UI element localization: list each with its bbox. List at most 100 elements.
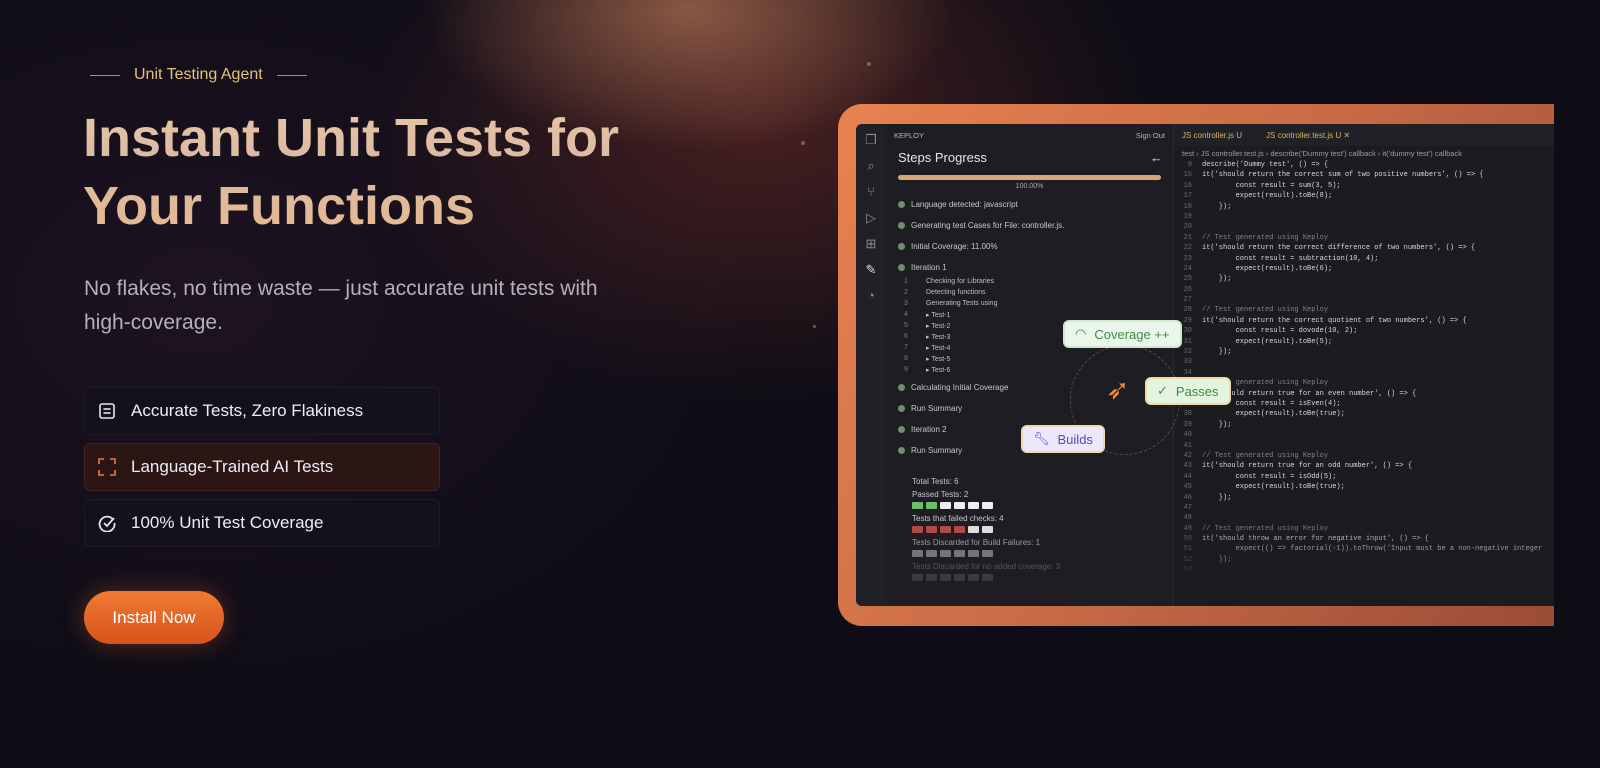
check-dot-icon: [898, 384, 905, 391]
code-fade: [1174, 516, 1554, 606]
substep-number: 2: [904, 289, 908, 296]
code-line: 43 it('should return true for an odd numb…: [1174, 461, 1554, 471]
step-item[interactable]: Initial Coverage: 11.00%: [886, 236, 1173, 257]
substep-label: ▸ Test-5: [926, 356, 951, 363]
step-item[interactable]: Generating test Cases for File: controll…: [886, 215, 1173, 236]
code-line: 36it('should return true for an even num…: [1174, 389, 1554, 399]
line-number: 22: [1183, 244, 1192, 253]
feature-item-coverage[interactable]: 100% Unit Test Coverage: [84, 499, 440, 547]
line-text: expect(result).toBe(true);: [1202, 410, 1345, 419]
line-number: 32: [1183, 348, 1192, 357]
step-label: Run Summary: [911, 404, 963, 413]
line-text: it('should return the correct quotient o…: [1202, 316, 1467, 325]
line-number: 43: [1183, 462, 1192, 471]
check-dot-icon: [898, 426, 905, 433]
passed-squares: [912, 502, 1173, 509]
substep-label: ▸ Test-1: [926, 312, 951, 319]
steps-progress-title: Steps Progress: [898, 150, 987, 165]
step-item[interactable]: Iteration 1: [886, 257, 1173, 278]
code-line: 34: [1174, 368, 1554, 378]
code-line: 25 });: [1174, 274, 1554, 284]
sign-out-link[interactable]: Sign Out: [1136, 131, 1165, 140]
hero-title: Instant Unit Tests for Your Functions: [83, 104, 663, 240]
step-label: Language detected: javascript: [911, 200, 1018, 209]
tab-controller-js[interactable]: JS controller.js U: [1182, 131, 1242, 140]
line-number: 40: [1183, 431, 1192, 440]
line-text: const result = isOdd(5);: [1202, 472, 1337, 481]
extensions-icon[interactable]: ⊞: [863, 236, 879, 252]
line-number: 18: [1183, 202, 1192, 211]
substep-label: ▸ Test-4: [926, 345, 951, 352]
substep-item[interactable]: 3 Generating Tests using: [886, 300, 1173, 311]
code-editor[interactable]: JS controller.js U JS controller.test.js…: [1174, 124, 1554, 606]
source-control-icon[interactable]: ⑂: [863, 184, 879, 200]
substep-item[interactable]: 2 Detecting functions: [886, 289, 1173, 300]
code-line: 38 expect(result).toBe(true);: [1174, 409, 1554, 419]
code-line: 30 const result = dovode(10, 2);: [1174, 326, 1554, 336]
feature-item-accurate-tests[interactable]: Accurate Tests, Zero Flakiness: [84, 387, 440, 435]
line-text: const result = subtraction(10, 4);: [1202, 254, 1379, 263]
keploy-icon[interactable]: ✎: [863, 262, 879, 278]
eyebrow-line-left: [90, 74, 120, 76]
eyebrow: Unit Testing Agent: [90, 66, 307, 84]
line-number: 25: [1183, 275, 1192, 284]
code-line: 23 const result = subtraction(10, 4);: [1174, 254, 1554, 264]
code-line: 31 expect(result).toBe(5);: [1174, 337, 1554, 347]
line-number: 44: [1183, 472, 1192, 481]
line-number: 45: [1183, 483, 1192, 492]
line-text: });: [1202, 348, 1232, 357]
feature-label: Language-Trained AI Tests: [131, 457, 334, 476]
line-number: 24: [1183, 264, 1192, 273]
check-dot-icon: [898, 405, 905, 412]
step-label: Run Summary: [911, 446, 963, 455]
line-text: expect(result).toBe(8);: [1202, 192, 1333, 201]
substep-number: 6: [904, 333, 908, 340]
code-line: 19: [1174, 212, 1554, 222]
substep-label: ▸ Test-6: [926, 367, 951, 374]
line-number: 42: [1183, 451, 1192, 460]
run-debug-icon[interactable]: ▷: [863, 210, 879, 226]
passes-badge: ✓ Passes: [1145, 377, 1231, 405]
line-number: 33: [1183, 358, 1192, 367]
document-icon: [97, 401, 117, 421]
install-now-button[interactable]: Install Now: [84, 591, 224, 644]
step-item[interactable]: Language detected: javascript: [886, 194, 1173, 215]
line-text: const result = sum(3, 5);: [1202, 181, 1341, 190]
line-number: 23: [1183, 254, 1192, 263]
substep-item[interactable]: 1 Checking for Libraries: [886, 278, 1173, 289]
line-number: 41: [1183, 441, 1192, 450]
substep-label: Generating Tests using: [926, 300, 998, 307]
code-line: 39 });: [1174, 420, 1554, 430]
back-arrow-icon[interactable]: ←: [1150, 150, 1163, 165]
files-icon[interactable]: ❐: [863, 132, 879, 148]
check-dot-icon: [898, 243, 905, 250]
code-line: 18 });: [1174, 202, 1554, 212]
substep-label: Checking for Libraries: [926, 278, 995, 285]
coverage-badge: ◠ Coverage ++: [1063, 320, 1182, 348]
line-number: 21: [1183, 233, 1192, 242]
tab-controller-test-js[interactable]: JS controller.test.js U ✕: [1266, 131, 1350, 140]
feature-item-language-trained[interactable]: Language-Trained AI Tests: [84, 443, 440, 491]
code-line: 26: [1174, 285, 1554, 295]
breadcrumb: test › JS controller.test.js › describe(…: [1182, 148, 1462, 158]
coverage-badge-label: Coverage ++: [1094, 326, 1170, 342]
line-text: });: [1202, 493, 1232, 502]
hero-subtitle: No flakes, no time waste — just accurate…: [84, 277, 598, 334]
line-number: 47: [1183, 503, 1192, 512]
line-text: });: [1202, 420, 1232, 429]
editor-frame: ❐ ⌕ ⑂ ▷ ⊞ ✎ ◔ KEPLOY Sign Out Steps Prog…: [838, 104, 1554, 626]
code-line: 27: [1174, 295, 1554, 305]
code-line: 21 // Test generated using Keploy: [1174, 233, 1554, 243]
line-number: 39: [1183, 420, 1192, 429]
substep-label: ▸ Test-2: [926, 323, 951, 330]
keploy-rabbit-icon: ➶: [1106, 374, 1130, 405]
step-label: Initial Coverage: 11.00%: [911, 242, 998, 251]
search-icon[interactable]: ⌕: [863, 158, 879, 174]
line-text: expect(result).toBe(6);: [1202, 264, 1333, 273]
passed-tests: Passed Tests: 2: [912, 490, 969, 499]
account-icon[interactable]: ◔: [863, 288, 879, 304]
substep-number: 9: [904, 366, 908, 373]
line-number: 17: [1183, 192, 1192, 201]
substep-number: 7: [904, 344, 908, 351]
line-text: // Test generated using Keploy: [1202, 306, 1329, 315]
